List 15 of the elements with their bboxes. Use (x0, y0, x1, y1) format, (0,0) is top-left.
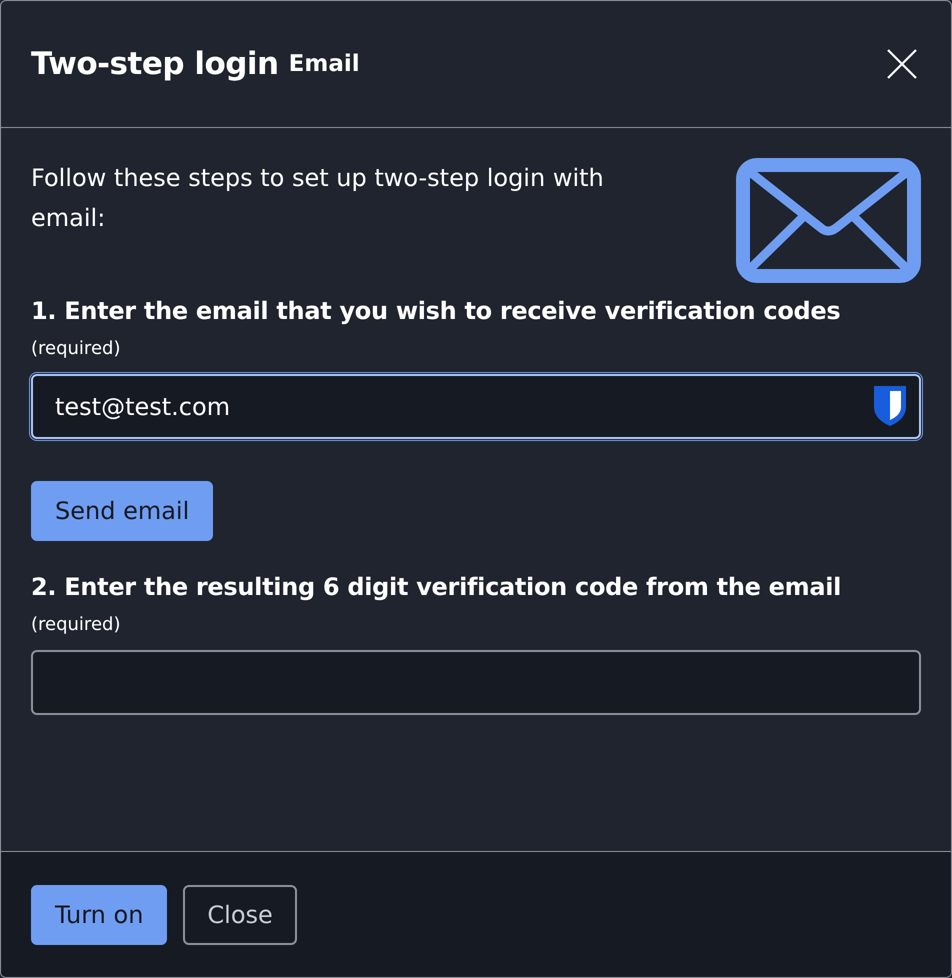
close-icon (887, 49, 917, 79)
step-label: 1. Enter the email that you wish to receive verification codes (31, 296, 842, 327)
send-email-button[interactable]: Send email (31, 481, 214, 541)
close-dialog-button[interactable]: Close (183, 884, 297, 944)
dialog-subtitle: Email (288, 50, 360, 79)
step-label: 2. Enter the resulting 6 digit verification code from the email (31, 572, 842, 603)
shield-icon[interactable] (873, 385, 907, 427)
turn-on-button[interactable]: Turn on (31, 884, 168, 944)
input-field[interactable] (31, 650, 921, 715)
envelope-icon (736, 158, 921, 283)
dialog-title: Two-step login (31, 44, 279, 84)
input-field[interactable]: test@test.com (31, 374, 921, 439)
required-hint: (required) (31, 613, 122, 637)
required-hint: (required) (31, 337, 122, 361)
instructions-text: Follow these steps to set up two-step login with email: (31, 163, 605, 234)
